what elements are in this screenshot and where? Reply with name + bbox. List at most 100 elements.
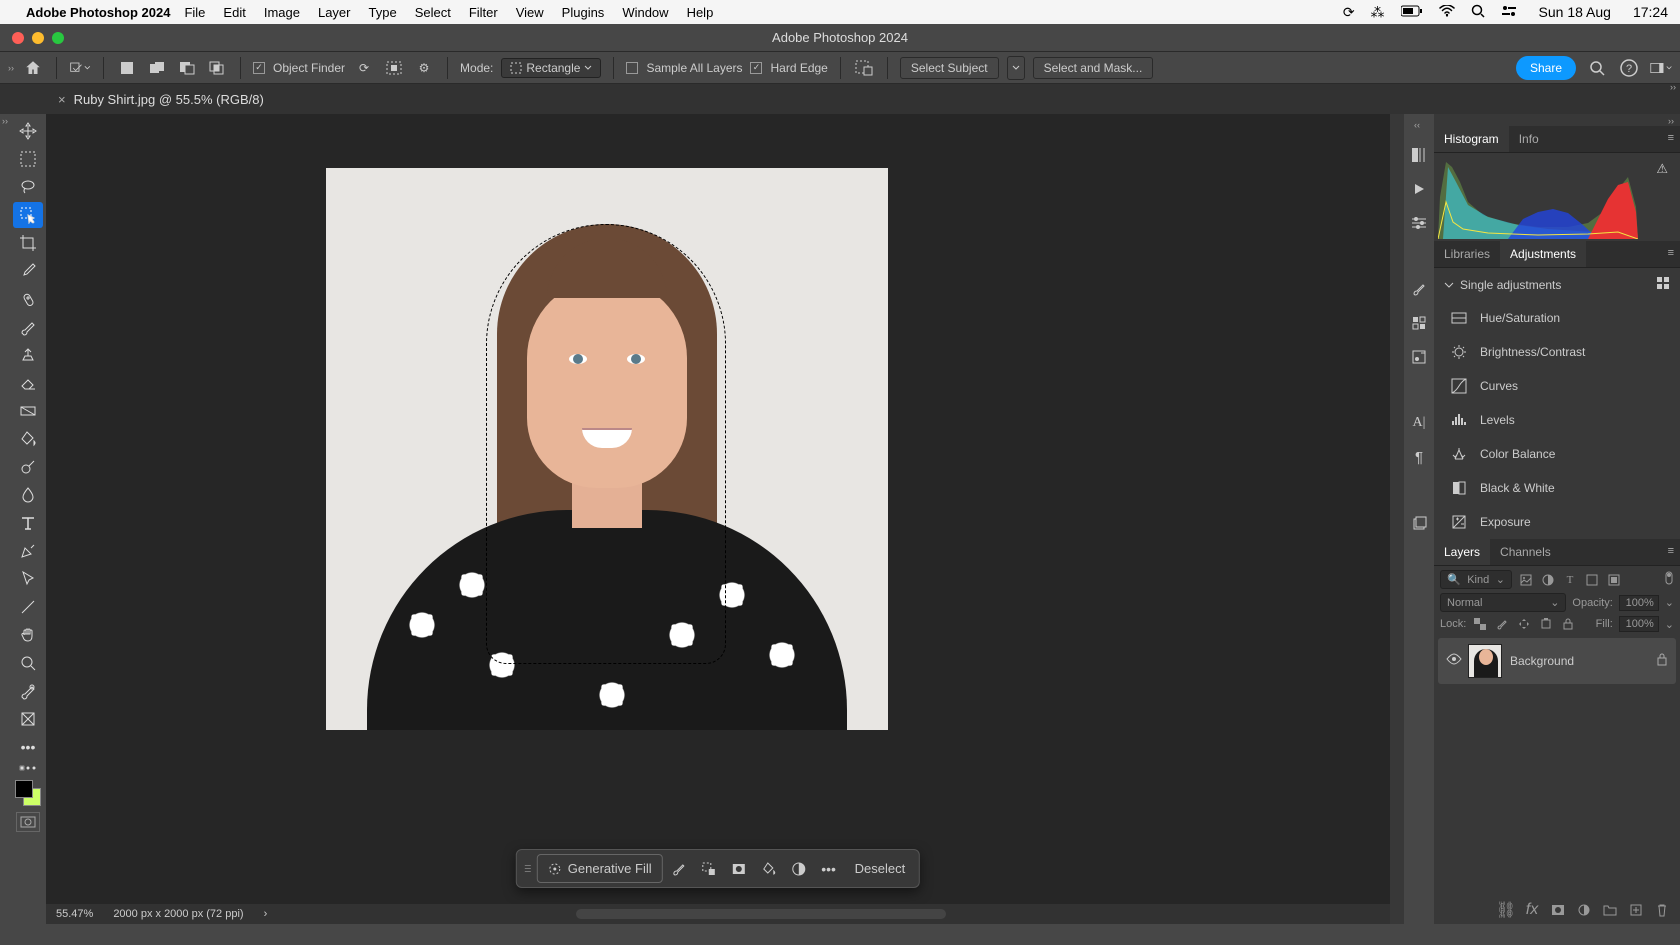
menu-type[interactable]: Type [369, 5, 397, 20]
control-center-icon[interactable] [1501, 4, 1517, 20]
mode-dropdown[interactable]: Rectangle [501, 58, 601, 78]
subtract-object-icon[interactable] [853, 57, 875, 79]
cloud-sync-icon[interactable]: ⟳ [1343, 4, 1355, 21]
adj-levels[interactable]: Levels [1434, 403, 1680, 437]
menu-layer[interactable]: Layer [318, 5, 351, 20]
object-selection-tool[interactable] [13, 202, 43, 228]
contextual-task-bar[interactable]: Generative Fill ••• Deselect [516, 849, 920, 888]
expand-indicator-right[interactable]: ›› [1670, 82, 1676, 92]
adj-hue-saturation[interactable]: Hue/Saturation [1434, 301, 1680, 335]
paragraph-panel-icon[interactable]: ¶ [1408, 446, 1430, 468]
color-panel-icon[interactable] [1408, 144, 1430, 166]
quick-mask-toggle[interactable] [16, 812, 40, 832]
menu-view[interactable]: View [516, 5, 544, 20]
layer-fx-icon[interactable]: fx [1524, 902, 1540, 918]
hand-tool[interactable] [13, 622, 43, 648]
filter-pixel-icon[interactable] [1518, 572, 1534, 588]
object-finder-checkbox[interactable]: ✓ [253, 62, 265, 74]
tool-preset-picker[interactable] [69, 57, 91, 79]
add-selection-icon[interactable] [146, 57, 168, 79]
layer-mask-icon[interactable] [1550, 902, 1566, 918]
fg-color-swatch[interactable] [15, 780, 33, 798]
menubar-date[interactable]: Sun 18 Aug [1539, 4, 1611, 20]
window-close[interactable] [12, 32, 24, 44]
histogram-canvas[interactable] [1438, 157, 1638, 239]
layer-name[interactable]: Background [1510, 654, 1648, 668]
ctx-modify-icon[interactable] [695, 855, 723, 883]
doc-info[interactable]: 2000 px x 2000 px (72 ppi) [113, 908, 243, 920]
more-tools[interactable]: ••• [13, 734, 43, 760]
lock-position-icon[interactable] [1516, 616, 1532, 632]
expand-indicator[interactable]: ›› [8, 63, 14, 73]
layers-tab[interactable]: Layers [1434, 539, 1490, 565]
cc-icon[interactable]: ⁂ [1371, 4, 1385, 21]
marquee-tool[interactable] [13, 146, 43, 172]
path-selection-tool[interactable] [13, 566, 43, 592]
new-selection-icon[interactable] [116, 57, 138, 79]
subtract-selection-icon[interactable] [176, 57, 198, 79]
blend-mode-select[interactable]: Normal⌄ [1440, 593, 1566, 612]
new-group-icon[interactable] [1602, 902, 1618, 918]
lock-paint-icon[interactable] [1494, 616, 1510, 632]
history-panel-icon[interactable] [1408, 512, 1430, 534]
histogram-menu[interactable]: ≡ [1662, 126, 1680, 152]
menu-file[interactable]: File [184, 5, 205, 20]
ctx-drag-handle[interactable] [525, 858, 531, 880]
line-tool[interactable] [13, 594, 43, 620]
swatches-panel-icon[interactable] [1408, 312, 1430, 334]
type-tool[interactable] [13, 510, 43, 536]
lasso-tool[interactable] [13, 174, 43, 200]
vertical-scrollbar[interactable] [1390, 114, 1404, 924]
adj-color-balance[interactable]: Color Balance [1434, 437, 1680, 471]
hard-edge-checkbox[interactable]: ✓ [750, 62, 762, 74]
help-icon[interactable]: ? [1618, 57, 1640, 79]
clone-stamp-tool[interactable] [13, 342, 43, 368]
paint-bucket-tool[interactable] [13, 426, 43, 452]
histogram-tab[interactable]: Histogram [1434, 126, 1509, 152]
history-brush-tool[interactable] [13, 678, 43, 704]
brush-tool[interactable] [13, 314, 43, 340]
properties-panel-icon[interactable] [1408, 212, 1430, 234]
adj-exposure[interactable]: Exposure [1434, 505, 1680, 539]
opacity-input[interactable]: 100% [1619, 595, 1659, 611]
doc-tab[interactable]: × Ruby Shirt.jpg @ 55.5% (RGB/8) [46, 86, 276, 113]
lock-artboard-icon[interactable] [1538, 616, 1554, 632]
adj-black-white[interactable]: Black & White [1434, 471, 1680, 505]
ctx-more-icon[interactable]: ••• [815, 855, 843, 883]
menu-window[interactable]: Window [622, 5, 668, 20]
wifi-icon[interactable] [1439, 4, 1455, 20]
select-subject-dropdown[interactable] [1007, 56, 1025, 80]
filter-toggle[interactable] [1664, 571, 1674, 588]
eraser-tool[interactable] [13, 370, 43, 396]
color-swatches[interactable] [15, 780, 41, 806]
layer-visibility-icon[interactable] [1446, 652, 1460, 670]
pen-tool[interactable] [13, 538, 43, 564]
healing-brush-tool[interactable] [13, 286, 43, 312]
ctx-brush-icon[interactable] [665, 855, 693, 883]
window-zoom[interactable] [52, 32, 64, 44]
search-icon[interactable] [1586, 57, 1608, 79]
show-objects-icon[interactable] [383, 57, 405, 79]
window-minimize[interactable] [32, 32, 44, 44]
app-name[interactable]: Adobe Photoshop 2024 [26, 5, 170, 20]
layer-thumbnail[interactable] [1468, 644, 1502, 678]
layer-lock-icon[interactable] [1656, 652, 1668, 671]
workspace-icon[interactable] [1650, 57, 1672, 79]
select-and-mask-button[interactable]: Select and Mask... [1033, 57, 1154, 79]
libraries-tab[interactable]: Libraries [1434, 241, 1500, 267]
canvas-area[interactable]: Generative Fill ••• Deselect 55.47% 2000… [46, 114, 1390, 924]
tools-expand[interactable]: ›› [0, 114, 10, 924]
refresh-icon[interactable]: ⟳ [353, 57, 375, 79]
info-tab[interactable]: Info [1509, 126, 1549, 152]
ctx-fill-icon[interactable] [755, 855, 783, 883]
ctx-mask-icon[interactable] [725, 855, 753, 883]
channels-tab[interactable]: Channels [1490, 539, 1561, 565]
actions-panel-icon[interactable] [1408, 178, 1430, 200]
battery-icon[interactable] [1401, 4, 1423, 20]
delete-layer-icon[interactable] [1654, 902, 1670, 918]
histogram-warning-icon[interactable]: ⚠ [1656, 161, 1668, 177]
brushes-panel-icon[interactable] [1408, 278, 1430, 300]
dodge-tool[interactable] [13, 454, 43, 480]
menu-filter[interactable]: Filter [469, 5, 498, 20]
panels-collapse-arrow[interactable]: ›› [1434, 114, 1680, 126]
